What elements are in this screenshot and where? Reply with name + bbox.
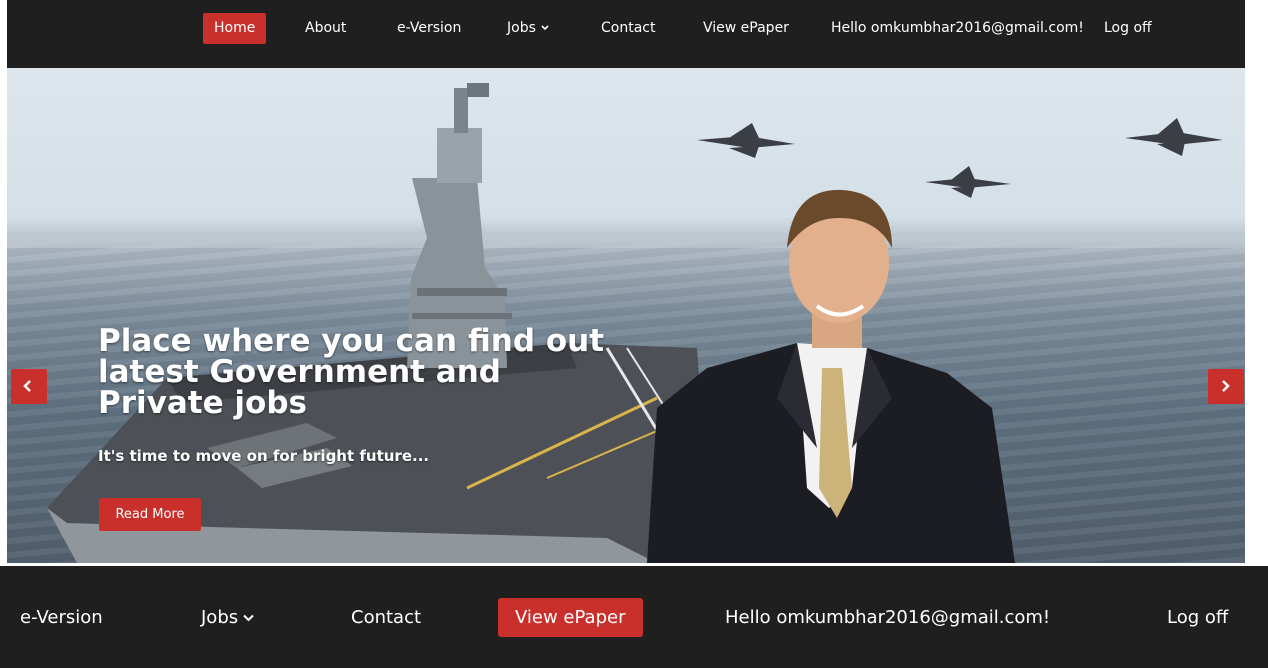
carousel-prev-button[interactable]	[11, 369, 47, 404]
chevron-down-icon	[243, 614, 254, 622]
nav-epaper[interactable]: View ePaper	[703, 13, 789, 44]
zoom-nav-epaper[interactable]: View ePaper	[498, 598, 643, 637]
nav-home[interactable]: Home	[203, 13, 267, 44]
zoom-nav-contact[interactable]: Contact	[351, 598, 421, 637]
nav-eversion[interactable]: e-Version	[397, 13, 461, 44]
hero-subline: It's time to move on for bright future..…	[98, 447, 430, 465]
zoom-nav-logoff[interactable]: Log off	[1167, 598, 1228, 637]
zoomed-navbar: e-Version Jobs Contact View ePaper Hello…	[0, 566, 1268, 668]
chevron-left-icon	[23, 380, 31, 392]
nav-logoff[interactable]: Log off	[1104, 13, 1152, 44]
nav-contact[interactable]: Contact	[601, 13, 655, 44]
zoom-nav-user-greeting[interactable]: Hello omkumbhar2016@gmail.com!	[725, 598, 1050, 637]
zoom-nav-jobs-dropdown[interactable]: Jobs	[201, 598, 254, 637]
chevron-right-icon	[1222, 380, 1230, 392]
nav-jobs-dropdown[interactable]: Jobs	[507, 13, 549, 44]
hero-image	[7, 83, 1245, 563]
zoom-nav-jobs-label: Jobs	[201, 607, 239, 628]
nav-user-greeting[interactable]: Hello omkumbhar2016@gmail.com!	[831, 13, 1084, 44]
nav-about[interactable]: About	[305, 13, 346, 44]
chevron-down-icon	[541, 25, 549, 31]
top-navbar: Home About e-Version Jobs Contact View e…	[7, 0, 1245, 68]
read-more-button[interactable]: Read More	[99, 498, 201, 531]
hero-headline: Place where you can find out latest Gove…	[98, 323, 605, 421]
nav-jobs-label: Jobs	[507, 20, 536, 36]
hero-carousel: Place where you can find out latest Gove…	[7, 68, 1245, 563]
carousel-next-button[interactable]	[1208, 369, 1244, 404]
zoom-nav-eversion[interactable]: e-Version	[20, 598, 103, 637]
